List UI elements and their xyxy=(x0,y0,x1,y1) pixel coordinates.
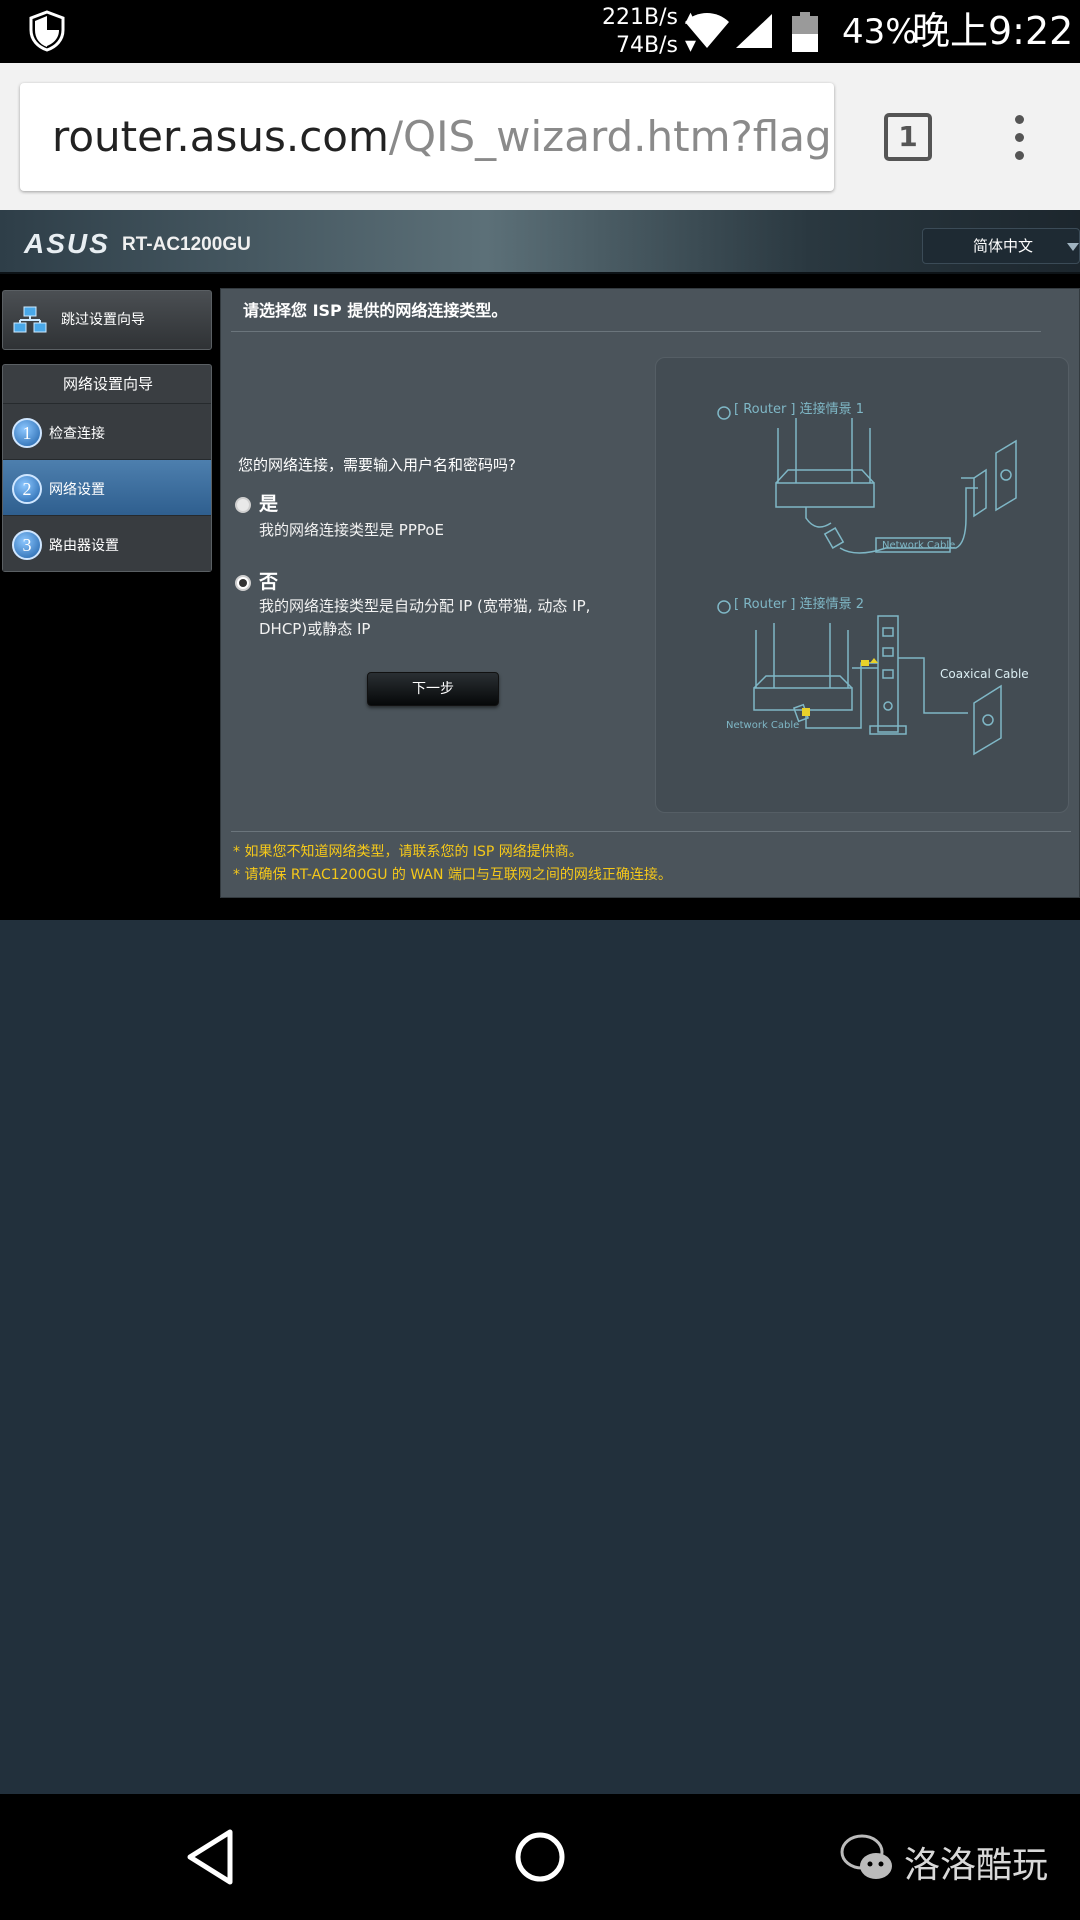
step-label: 网络设置 xyxy=(49,482,105,498)
wizard-steps-menu: 网络设置向导 1 检查连接 2 网络设置 3 路由器设置 xyxy=(2,364,212,572)
router-model: RT-AC1200GU xyxy=(122,234,251,255)
skip-wizard-button[interactable]: 跳过设置向导 xyxy=(2,290,212,350)
network-speed: 221B/s ▴ 74B/s ▾ xyxy=(574,4,696,60)
connection-question: 您的网络连接，需要输入用户名和密码吗? xyxy=(238,456,516,474)
step-number-badge: 3 xyxy=(12,530,42,560)
scenario-1-label: [ Router ] 连接情景 1 xyxy=(734,402,865,417)
download-speed: 74B/s ▾ xyxy=(616,33,696,58)
coaxial-cable-label: Coaxical Cable xyxy=(940,667,1029,681)
network-cable-label-1: Network Cable xyxy=(882,540,956,551)
url-text: router.asus.com/QIS_wizard.htm?flag=w xyxy=(52,113,834,161)
status-bar: 221B/s ▴ 74B/s ▾ 43% 晚上9:22 xyxy=(0,0,1080,63)
signal-icon xyxy=(736,14,772,48)
page-title: 请选择您 ISP 提供的网络连接类型。 xyxy=(243,301,508,320)
radio-yes-pppoe[interactable] xyxy=(235,497,251,513)
divider xyxy=(231,331,1041,332)
router-header: ASUS RT-AC1200GU 简体中文 xyxy=(0,210,1080,274)
address-bar[interactable]: router.asus.com/QIS_wizard.htm?flag=w xyxy=(20,83,834,191)
tab-switcher-button[interactable]: 1 xyxy=(884,113,932,161)
step-number-badge: 1 xyxy=(12,418,42,448)
clock: 晚上9:22 xyxy=(912,9,1074,53)
wizard-step-router-settings[interactable]: 3 路由器设置 xyxy=(3,515,211,571)
home-icon[interactable] xyxy=(514,1828,566,1886)
option-no-description: 我的网络连接类型是自动分配 IP (宽带猫, 动态 IP, DHCP)或静态 I… xyxy=(259,597,591,638)
back-icon[interactable] xyxy=(184,1828,236,1886)
step-number-badge: 2 xyxy=(12,474,42,504)
divider xyxy=(231,831,1071,832)
upload-speed: 221B/s ▴ xyxy=(602,5,696,30)
browser-toolbar: router.asus.com/QIS_wizard.htm?flag=w 1 xyxy=(0,63,1080,210)
help-note: * 请确保 RT-AC1200GU 的 WAN 端口与互联网之间的网线正确连接。 xyxy=(233,867,672,883)
battery-percent: 43% xyxy=(842,12,918,52)
shield-icon xyxy=(29,10,65,52)
asus-logo: ASUS xyxy=(24,228,110,259)
wizard-content-panel: 请选择您 ISP 提供的网络连接类型。 您的网络连接，需要输入用户名和密码吗? … xyxy=(220,288,1080,898)
step-label: 路由器设置 xyxy=(49,538,119,554)
url-host: router.asus.com xyxy=(52,112,389,161)
option-no-label[interactable]: 否 xyxy=(259,567,278,594)
wechat-icon xyxy=(840,1834,892,1879)
scenario-2-label: [ Router ] 连接情景 2 xyxy=(734,597,865,612)
navigation-bar: 洛洛酷玩 xyxy=(0,1794,1080,1920)
wifi-icon xyxy=(685,13,729,48)
language-value: 简体中文 xyxy=(973,237,1034,255)
skip-wizard-label: 跳过设置向导 xyxy=(61,312,145,328)
option-yes-label[interactable]: 是 xyxy=(259,489,278,516)
url-path: /QIS_wizard.htm?flag=w xyxy=(388,112,834,161)
connection-diagram: [ Router ] 连接情景 1 [ Router ] 连接情景 2 Netw… xyxy=(655,357,1069,813)
radio-no-auto-ip[interactable] xyxy=(235,575,251,591)
step-label: 检查连接 xyxy=(49,426,105,442)
router-admin-page: ASUS RT-AC1200GU 简体中文 跳过设置向导 网络设置向导 1 检查… xyxy=(0,210,1080,920)
watermark: 洛洛酷玩 xyxy=(838,1830,1048,1886)
wizard-step-check-connection[interactable]: 1 检查连接 xyxy=(3,403,211,459)
network-cable-label-2: Network Cable xyxy=(726,720,800,731)
option-yes-description: 我的网络连接类型是 PPPoE xyxy=(259,521,445,539)
router-diagram-illustration xyxy=(717,406,1017,756)
wizard-step-network-settings[interactable]: 2 网络设置 xyxy=(3,459,211,515)
next-button[interactable]: 下一步 xyxy=(367,672,499,706)
help-note: * 如果您不知道网络类型，请联系您的 ISP 网络提供商。 xyxy=(233,844,583,860)
dropdown-arrow-icon xyxy=(1067,243,1079,251)
watermark-text: 洛洛酷玩 xyxy=(904,1845,1049,1886)
language-select[interactable]: 简体中文 xyxy=(922,228,1080,264)
battery-icon xyxy=(792,12,818,52)
wizard-title: 网络设置向导 xyxy=(62,375,153,393)
more-options-icon[interactable] xyxy=(1010,115,1028,163)
network-icon xyxy=(13,306,47,333)
